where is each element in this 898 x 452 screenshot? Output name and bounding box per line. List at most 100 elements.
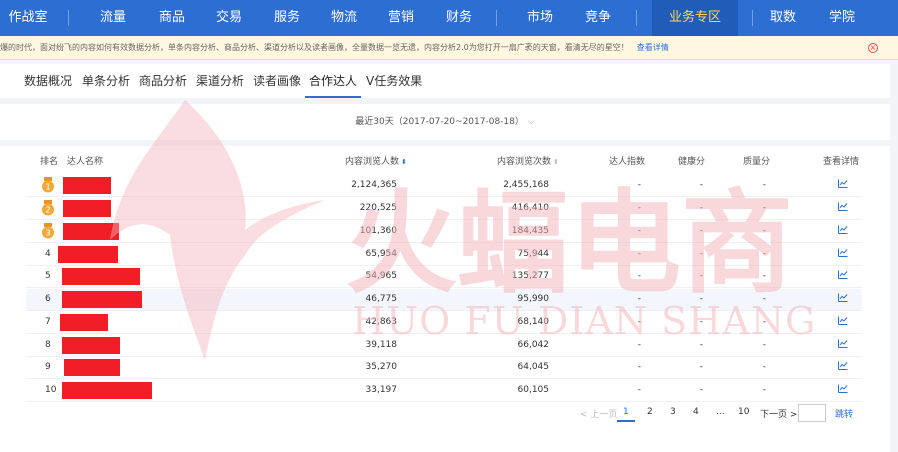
visitors-cell: 54,965 [365, 271, 398, 281]
table-row: 3 101,360 184,435 - - - [26, 221, 862, 243]
redacted-influencer-name[interactable] [63, 177, 111, 194]
svg-text:1: 1 [45, 183, 50, 192]
nav-item-marketing[interactable]: 营销 [386, 0, 416, 36]
content-analysis-tabs: 数据概况 单条分析 商品分析 渠道分析 读者画像 合作达人 V任务效果 [0, 64, 890, 98]
medal-icon: 1 [42, 177, 54, 193]
health-score-cell: - [699, 180, 703, 190]
nav-item-war-room[interactable]: 作战室 [6, 0, 50, 36]
nav-item-competition[interactable]: 竞争 [583, 0, 613, 36]
redacted-influencer-name[interactable] [60, 314, 108, 331]
redacted-influencer-name[interactable] [63, 200, 111, 217]
notice-detail-link[interactable]: 查看详情 [637, 43, 669, 52]
jump-page-input[interactable] [798, 404, 826, 422]
page-4-button[interactable]: 4 [693, 407, 699, 417]
rank-cell: 4 [45, 249, 51, 259]
tab-channel-analysis[interactable]: 渠道分析 [196, 64, 244, 98]
trend-chart-icon[interactable] [838, 293, 848, 302]
nav-item-finance[interactable]: 财务 [444, 0, 474, 36]
nav-item-logistics[interactable]: 物流 [329, 0, 359, 36]
table-row: 4 65,954 75,944 - - - [26, 244, 862, 266]
sort-icon[interactable]: ⬍ [553, 158, 559, 166]
views-cell: 75,944 [517, 249, 550, 259]
svg-text:3: 3 [45, 229, 50, 238]
influencer-index-cell: - [637, 340, 641, 350]
page-3-button[interactable]: 3 [670, 407, 676, 417]
views-cell: 66,042 [517, 340, 550, 350]
rank-cell: 6 [45, 294, 51, 304]
influencer-index-cell: - [637, 362, 641, 372]
chevron-down-icon[interactable]: ⌵ [528, 117, 535, 127]
tab-partner-influencers[interactable]: 合作达人 [305, 64, 362, 98]
health-score-cell: - [699, 203, 703, 213]
redacted-influencer-name[interactable] [62, 337, 120, 354]
header-visitors[interactable]: 内容浏览人数 ⬍ [345, 154, 407, 167]
date-range-selector[interactable]: 最近30天（2017-07-20~2017-08-18） [355, 117, 524, 127]
nav-separator [636, 10, 637, 26]
prev-page-button[interactable]: < 上一页 [580, 407, 617, 420]
trend-chart-icon[interactable] [838, 339, 848, 348]
redacted-influencer-name[interactable] [64, 359, 120, 376]
tab-overview[interactable]: 数据概况 [24, 64, 72, 98]
page-1-button[interactable]: 1 [617, 407, 635, 422]
medal-icon: 2 [42, 200, 54, 216]
table-row: 5 54,965 135,277 - - - [26, 266, 862, 288]
header-rank: 排名 [40, 157, 59, 167]
table-row: 1 2,124,365 2,455,168 - - - [26, 175, 862, 197]
influencer-index-cell: - [637, 180, 641, 190]
nav-item-business-zone[interactable]: 业务专区 [652, 0, 738, 36]
header-views[interactable]: 内容浏览次数 ⬍ [497, 154, 559, 167]
visitors-cell: 46,775 [365, 294, 398, 304]
trend-chart-icon[interactable] [838, 270, 848, 279]
jump-button[interactable]: 跳转 [835, 407, 853, 420]
visitors-cell: 65,954 [365, 249, 398, 259]
redacted-influencer-name[interactable] [63, 223, 119, 240]
redacted-influencer-name[interactable] [62, 291, 142, 308]
quality-score-cell: - [762, 362, 766, 372]
tab-reader-profile[interactable]: 读者画像 [253, 64, 301, 98]
table-header: 排名 达人名称 内容浏览人数 ⬍ 内容浏览次数 ⬍ 达人指数 健康分 质量分 查看详… [0, 150, 890, 170]
nav-item-market[interactable]: 市场 [525, 0, 555, 36]
tab-v-task-results[interactable]: V任务效果 [366, 64, 422, 98]
nav-item-academy[interactable]: 学院 [827, 0, 857, 36]
influencer-index-cell: - [637, 317, 641, 327]
quality-score-cell: - [762, 340, 766, 350]
quality-score-cell: - [762, 226, 766, 236]
medal-icon: 3 [42, 223, 54, 239]
nav-item-service[interactable]: 服务 [272, 0, 302, 36]
header-name: 达人名称 [67, 157, 104, 167]
tab-single-analysis[interactable]: 单条分析 [82, 64, 130, 98]
trend-chart-icon[interactable] [838, 179, 848, 188]
tab-product-analysis[interactable]: 商品分析 [139, 64, 187, 98]
sort-desc-icon[interactable]: ⬍ [401, 158, 407, 166]
pagination: < 上一页 1 2 3 4 ... 10 下一页 > 跳转 [0, 404, 890, 424]
influencer-index-cell: - [637, 226, 641, 236]
next-page-button[interactable]: 下一页 > [760, 407, 797, 420]
trend-chart-icon[interactable] [838, 384, 848, 393]
health-score-cell: - [699, 362, 703, 372]
nav-item-data-fetch[interactable]: 取数 [768, 0, 798, 36]
trend-chart-icon[interactable] [838, 202, 848, 211]
quality-score-cell: - [762, 271, 766, 281]
trend-chart-icon[interactable] [838, 225, 848, 234]
close-icon[interactable]: × [868, 43, 878, 53]
trend-chart-icon[interactable] [838, 248, 848, 257]
views-cell: 135,277 [511, 271, 549, 281]
nav-item-transactions[interactable]: 交易 [214, 0, 244, 36]
table-row: 2 220,525 416,410 - - - [26, 198, 862, 220]
health-score-cell: - [699, 226, 703, 236]
header-detail: 查看详情 [823, 157, 860, 167]
svg-text:2: 2 [45, 206, 50, 215]
redacted-influencer-name[interactable] [58, 246, 118, 263]
redacted-influencer-name[interactable] [62, 382, 152, 399]
health-score-cell: - [699, 249, 703, 259]
trend-chart-icon[interactable] [838, 361, 848, 370]
quality-score-cell: - [762, 385, 766, 395]
page-10-button[interactable]: 10 [738, 407, 749, 417]
nav-item-products[interactable]: 商品 [157, 0, 187, 36]
redacted-influencer-name[interactable] [62, 268, 140, 285]
nav-item-traffic[interactable]: 流量 [98, 0, 128, 36]
influencer-index-cell: - [637, 271, 641, 281]
page-2-button[interactable]: 2 [647, 407, 653, 417]
views-cell: 60,105 [517, 385, 550, 395]
trend-chart-icon[interactable] [838, 316, 848, 325]
